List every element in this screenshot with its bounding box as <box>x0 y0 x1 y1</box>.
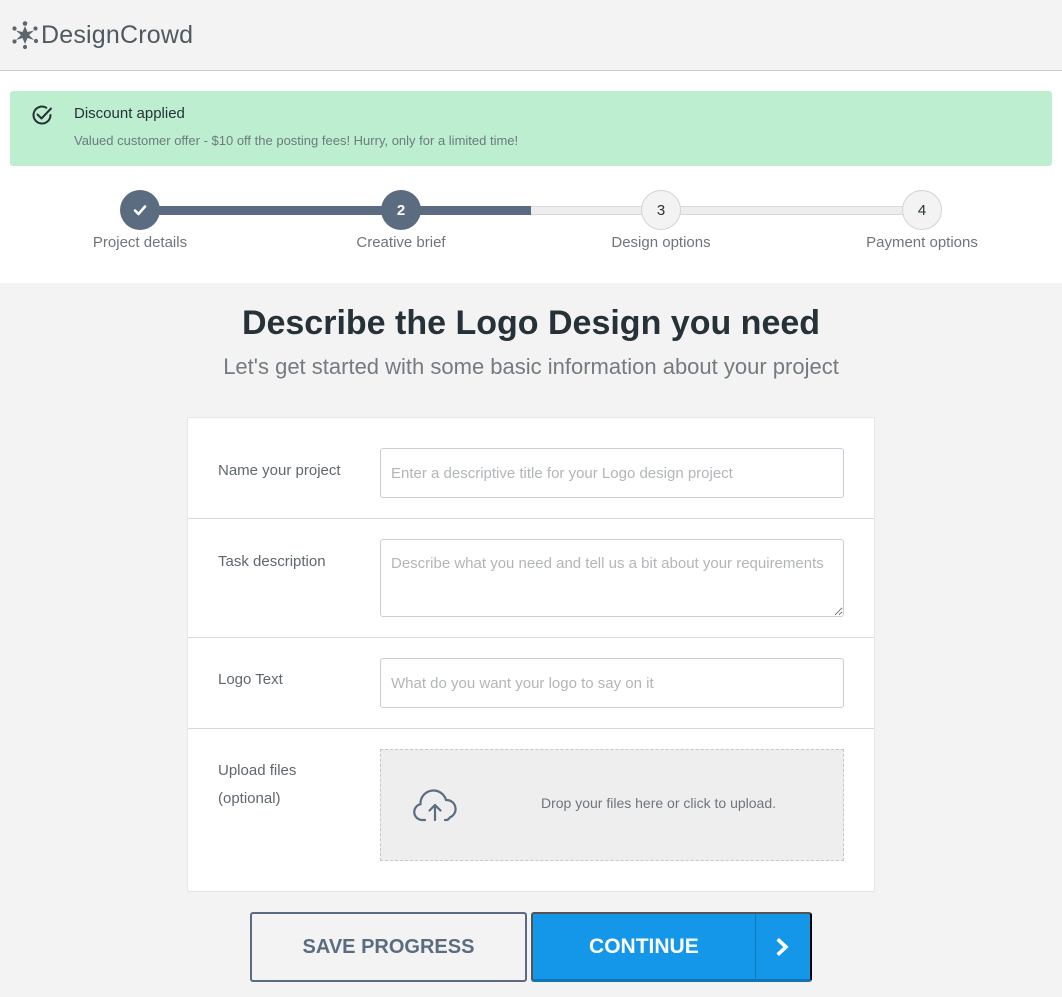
step-circle: 3 <box>641 190 681 230</box>
progress-stepper: Project details 2 Creative brief 3 Desig… <box>0 190 1062 270</box>
logo-text-input[interactable] <box>380 658 844 708</box>
page-title: Describe the Logo Design you need <box>241 304 821 342</box>
step-project-details[interactable]: Project details <box>60 190 220 251</box>
form-row-upload: Upload files (optional) Drop your files … <box>188 729 874 891</box>
logo-text-label: Logo Text <box>218 671 283 688</box>
continue-label: CONTINUE <box>589 934 699 958</box>
starburst-crowd-icon <box>12 21 39 50</box>
dropzone-text: Drop your files here or click to upload. <box>541 795 776 811</box>
step-payment-options[interactable]: 4 Payment options <box>842 190 1002 251</box>
file-dropzone[interactable]: Drop your files here or click to upload. <box>380 749 844 861</box>
step-creative-brief[interactable]: 2 Creative brief <box>321 190 481 251</box>
form-row-task-description: Task description <box>188 519 874 638</box>
cloud-upload-icon <box>413 789 457 822</box>
brand-logo[interactable]: DesignCrowd <box>11 20 193 50</box>
task-description-label: Task description <box>218 553 326 570</box>
form-row-logo-text: Logo Text <box>188 638 874 729</box>
chevron-right-icon <box>776 937 789 956</box>
check-circle-icon <box>32 105 52 125</box>
checkmark-icon <box>133 205 147 216</box>
step-circle: 2 <box>381 190 421 230</box>
continue-arrow <box>754 914 810 979</box>
step-circle <box>120 190 160 230</box>
form-row-project-name: Name your project <box>188 418 874 519</box>
top-bar: DesignCrowd <box>0 0 1062 71</box>
step-label: Creative brief <box>356 234 446 251</box>
project-name-label: Name your project <box>218 462 341 479</box>
project-name-input[interactable] <box>380 448 844 498</box>
alert-message: Valued customer offer - $10 off the post… <box>74 133 519 148</box>
project-form: Name your project Task description Logo … <box>187 417 875 892</box>
upload-label-line1: Upload files <box>218 762 297 779</box>
alert-title: Discount applied <box>74 105 185 122</box>
page-subtitle: Let's get started with some basic inform… <box>223 354 839 379</box>
discount-alert: Discount applied Valued customer offer -… <box>10 91 1052 166</box>
upload-label: Upload files (optional) <box>218 757 296 813</box>
continue-button[interactable]: CONTINUE <box>531 912 812 982</box>
brand-name: DesignCrowd <box>41 20 194 49</box>
step-label: Design options <box>611 234 711 251</box>
upload-label-line2: (optional) <box>218 790 281 807</box>
step-circle: 4 <box>902 190 942 230</box>
step-label: Payment options <box>866 234 978 251</box>
task-description-textarea[interactable] <box>380 539 844 617</box>
step-label: Project details <box>92 234 188 251</box>
save-progress-button[interactable]: SAVE PROGRESS <box>250 912 527 982</box>
step-design-options[interactable]: 3 Design options <box>581 190 741 251</box>
